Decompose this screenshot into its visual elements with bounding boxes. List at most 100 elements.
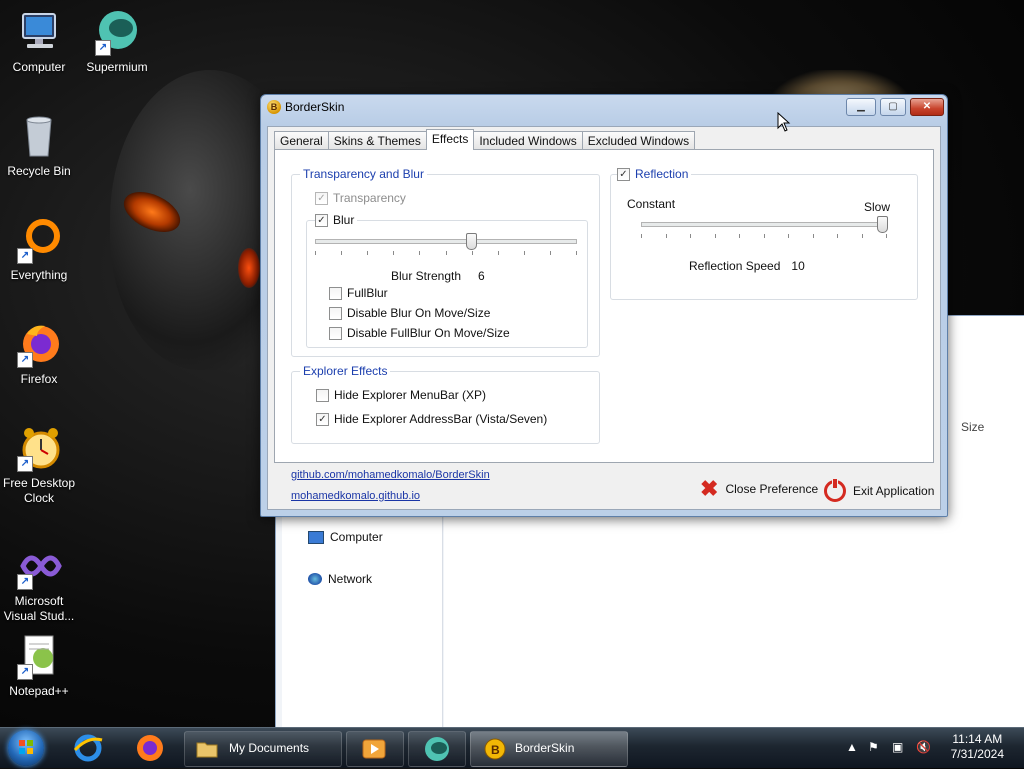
column-header-size[interactable]: Size: [961, 420, 984, 434]
slider-tick: [315, 251, 316, 255]
reflection-group-title: Reflection: [635, 167, 689, 181]
borderskin-window: B BorderSkin ▁ ▢ ✕ General Skins & Theme…: [260, 94, 948, 517]
maximize-button[interactable]: ▢: [880, 98, 906, 116]
tab-general[interactable]: General: [274, 131, 329, 150]
slider-thumb[interactable]: [466, 233, 477, 250]
slider-tick: [472, 251, 473, 255]
disable-fullblur-on-move-checkbox[interactable]: Disable FullBlur On Move/Size: [329, 326, 510, 340]
desktop-icon-label: Microsoft Visual Stud...: [3, 594, 75, 623]
internet-explorer-icon[interactable]: [72, 732, 104, 767]
checkbox-label: Hide Explorer MenuBar (XP): [334, 388, 487, 402]
desktop-icon-recycle-bin[interactable]: Recycle Bin: [0, 112, 78, 179]
desktop-icon-label: Everything: [10, 268, 68, 282]
window-client-area: General Skins & Themes Effects Included …: [267, 126, 941, 510]
reflection-speed-label: Reflection Speed: [689, 259, 781, 273]
checkmark-icon: ✓: [316, 412, 329, 426]
desktop-icon-everything[interactable]: ↗ Everything: [0, 216, 78, 283]
shortcut-arrow-icon: ↗: [17, 574, 33, 590]
desktop-icon-label: Firefox: [20, 372, 58, 386]
slider-thumb[interactable]: [877, 216, 888, 233]
blur-strength-slider[interactable]: [315, 233, 577, 263]
checkbox-label: Hide Explorer AddressBar (Vista/Seven): [334, 412, 548, 426]
nav-item-computer[interactable]: Computer: [308, 530, 383, 544]
minimize-button[interactable]: ▁: [846, 98, 876, 116]
media-player-icon: [362, 739, 386, 759]
desktop-icon-notepad-plus-plus[interactable]: ↗ Notepad++: [0, 632, 78, 699]
desktop-icon-firefox[interactable]: ↗ Firefox: [0, 320, 78, 387]
slider-tick: [341, 251, 342, 255]
taskbar-item-borderskin[interactable]: B BorderSkin: [470, 731, 628, 767]
shortcut-arrow-icon: ↗: [95, 40, 111, 56]
show-hidden-icons-icon[interactable]: ▲: [846, 740, 858, 754]
system-clock[interactable]: 11:14 AM 7/31/2024: [951, 732, 1004, 762]
close-preference-button[interactable]: ✖ Close Preference: [700, 476, 818, 501]
desktop-icon-computer[interactable]: Computer: [0, 8, 78, 75]
desktop-icon-supermium[interactable]: ↗ Supermium: [78, 8, 156, 75]
power-icon: [824, 478, 846, 502]
reflection-speed-readout: Reflection Speed 10: [689, 259, 805, 273]
reflection-speed-slider[interactable]: [641, 216, 888, 246]
tab-skins-themes[interactable]: Skins & Themes: [327, 131, 427, 150]
action-center-flag-icon[interactable]: ⚑: [868, 740, 879, 754]
taskbar-item-supermium[interactable]: [408, 731, 466, 767]
checkbox-label: FullBlur: [347, 286, 388, 300]
close-x-icon: ✖: [700, 476, 719, 501]
slider-tick: [813, 234, 814, 238]
tab-effects[interactable]: Effects: [425, 129, 475, 150]
slider-tick: [666, 234, 667, 238]
network-tray-icon[interactable]: ▣: [892, 740, 903, 754]
exit-application-label: Exit Application: [853, 484, 935, 498]
blur-subgroup: ✓ Blur Blur Strength 6 FullBlur Disable …: [306, 213, 588, 348]
slider-tick: [524, 251, 525, 255]
nav-item-network[interactable]: Network: [308, 572, 372, 586]
tab-strip: General Skins & Themes Effects Included …: [274, 129, 696, 150]
slider-tick: [498, 251, 499, 255]
disable-blur-on-move-checkbox[interactable]: Disable Blur On Move/Size: [329, 306, 490, 320]
close-button[interactable]: ✕: [910, 98, 944, 116]
taskbar-item-label: BorderSkin: [515, 741, 575, 755]
taskbar-item-my-documents[interactable]: My Documents: [184, 731, 342, 767]
slider-tick: [862, 234, 863, 238]
hide-addressbar-checkbox[interactable]: ✓ Hide Explorer AddressBar (Vista/Seven): [316, 412, 547, 426]
notepad-plus-plus-icon: ↗: [15, 632, 63, 680]
github-link[interactable]: github.com/mohamedkomalo/BorderSkin: [291, 469, 490, 481]
fullblur-checkbox[interactable]: FullBlur: [329, 286, 388, 300]
visual-studio-icon: ↗: [15, 542, 63, 590]
tab-excluded-windows[interactable]: Excluded Windows: [581, 131, 696, 150]
slider-tick: [788, 234, 789, 238]
desktop-icon-label: Recycle Bin: [7, 164, 71, 178]
checkbox-label: Transparency: [333, 191, 406, 205]
maximize-icon: ▢: [888, 101, 898, 112]
computer-icon: [15, 8, 63, 56]
hide-menubar-checkbox[interactable]: Hide Explorer MenuBar (XP): [316, 388, 486, 402]
window-title: BorderSkin: [285, 100, 345, 114]
slider-tick: [419, 251, 420, 255]
website-link[interactable]: mohamedkomalo.github.io: [291, 490, 420, 502]
firefox-icon[interactable]: [134, 732, 166, 767]
slider-tick: [641, 234, 642, 238]
taskbar-item-media-player[interactable]: [346, 731, 404, 767]
slider-tick: [690, 234, 691, 238]
slider-tick: [367, 251, 368, 255]
slider-track: [641, 222, 887, 227]
start-button[interactable]: [8, 730, 44, 766]
shortcut-arrow-icon: ↗: [17, 456, 33, 472]
checkmark-icon: ✓: [617, 167, 630, 181]
group-title: Transparency and Blur: [300, 167, 427, 181]
checkbox-label: Disable Blur On Move/Size: [347, 306, 491, 320]
reflection-max-label: Slow: [864, 200, 891, 214]
volume-muted-icon[interactable]: 🔇: [916, 740, 931, 754]
desktop-icon-visual-studio[interactable]: ↗ Microsoft Visual Stud...: [0, 542, 78, 624]
reflection-checkbox[interactable]: ✓ Reflection: [617, 167, 692, 181]
borderskin-icon: B: [484, 738, 506, 760]
desktop-icon-free-desktop-clock[interactable]: ↗ Free Desktop Clock: [0, 424, 78, 506]
transparency-checkbox[interactable]: ✓ Transparency: [315, 191, 406, 205]
clock-time: 11:14 AM: [952, 732, 1003, 746]
computer-icon: [308, 530, 324, 544]
recycle-bin-icon: [15, 112, 63, 160]
slider-tick: [886, 234, 887, 238]
exit-application-button[interactable]: Exit Application: [824, 478, 935, 502]
blur-checkbox[interactable]: ✓ Blur: [315, 213, 358, 227]
title-bar[interactable]: B BorderSkin ▁ ▢ ✕: [261, 95, 947, 119]
tab-included-windows[interactable]: Included Windows: [473, 131, 583, 150]
